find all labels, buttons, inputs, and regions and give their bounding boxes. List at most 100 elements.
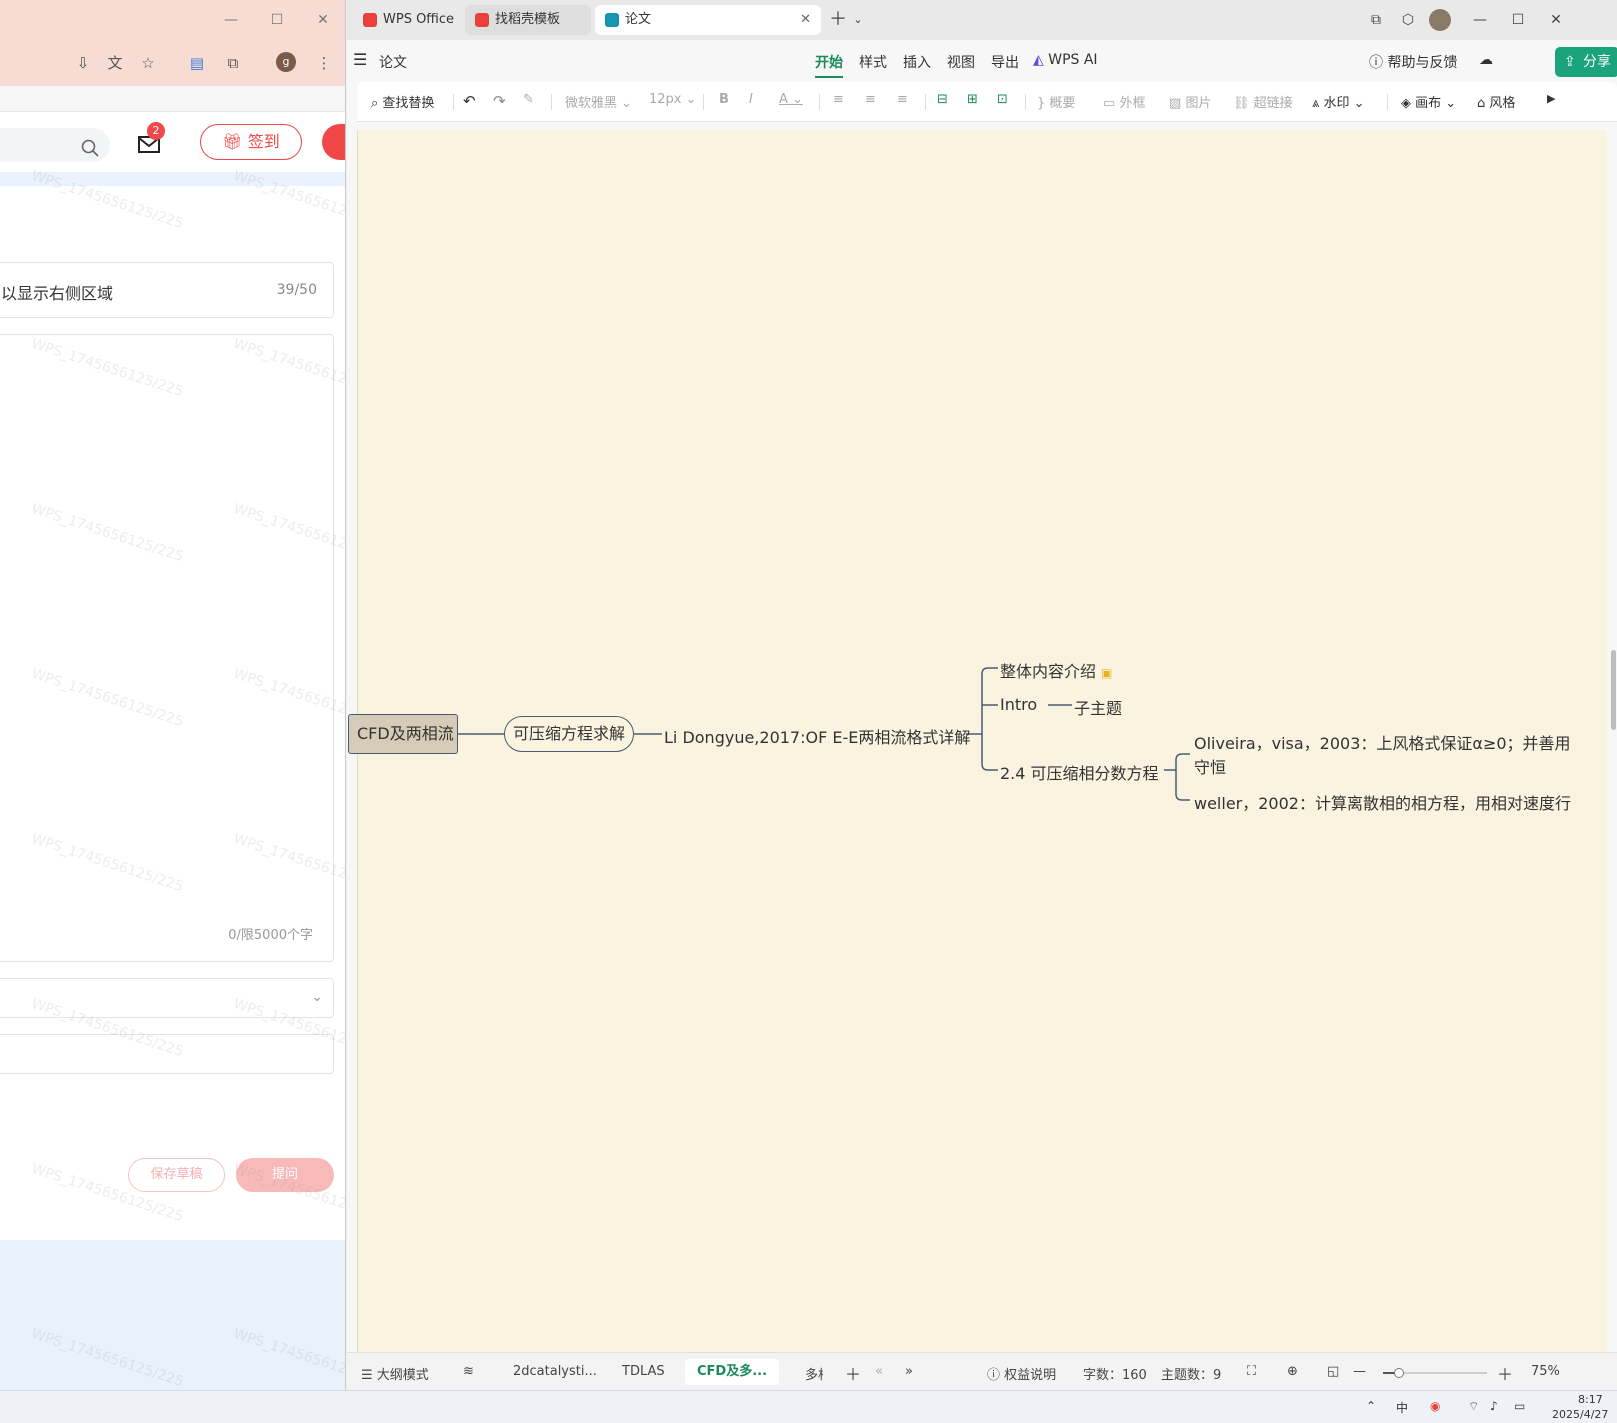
- bold-icon[interactable]: B: [719, 92, 729, 107]
- font-color-icon[interactable]: A ⌄: [779, 92, 803, 107]
- align-left-icon[interactable]: ≡: [833, 92, 844, 107]
- profile-avatar[interactable]: g: [276, 52, 296, 72]
- new-tab-button[interactable]: ＋: [827, 10, 849, 30]
- reference-topic[interactable]: weller，2002：计算离散相的相方程，用相对速度行: [1194, 790, 1571, 814]
- doc-title[interactable]: 论文: [379, 52, 407, 72]
- wifi-icon[interactable]: ⌔: [1468, 1399, 1479, 1414]
- more-menu-icon[interactable]: ⋮: [313, 52, 335, 74]
- user-avatar[interactable]: [1429, 9, 1451, 31]
- install-app-icon[interactable]: ⇩: [72, 52, 94, 74]
- menu-export[interactable]: 导出: [991, 52, 1019, 72]
- subtopic-overview[interactable]: 整体内容介绍 ▣: [1000, 658, 1112, 682]
- next-sheet-icon[interactable]: »: [905, 1364, 913, 1379]
- format-painter-icon[interactable]: ✎: [523, 92, 534, 107]
- sheet-tab[interactable]: 多相: [805, 1364, 823, 1383]
- find-replace-button[interactable]: ⌕ 查找替换: [371, 92, 434, 111]
- tab-wps-office[interactable]: WPS Office: [353, 5, 457, 35]
- sheet-tab[interactable]: TDLAS: [622, 1364, 665, 1379]
- italic-icon[interactable]: I: [749, 92, 753, 107]
- tab-list-chevron-icon[interactable]: ⌄: [847, 10, 869, 30]
- ime-indicator[interactable]: 中: [1396, 1399, 1408, 1416]
- intro-child-topic[interactable]: 子主题: [1074, 695, 1122, 719]
- zoom-in-icon[interactable]: ＋: [1497, 1361, 1513, 1385]
- wps-tray-icon[interactable]: ◉: [1430, 1399, 1440, 1413]
- theme-style-button[interactable]: ⌂ 风格: [1477, 92, 1515, 111]
- align-right-icon[interactable]: ≡: [897, 92, 908, 107]
- subtopic-compressible[interactable]: 2.4 可压缩相分数方程: [1000, 760, 1159, 784]
- fit-screen-icon[interactable]: ⛶: [1247, 1364, 1256, 1379]
- hyperlink-button[interactable]: ⛓ 超链接: [1233, 92, 1293, 111]
- reference-topic[interactable]: Oliveira，visa，2003：上风格式保证α≥0；并善用: [1194, 730, 1571, 754]
- note-icon[interactable]: ▣: [1101, 666, 1112, 680]
- primary-action-button[interactable]: [322, 124, 345, 160]
- insert-parent-topic-icon[interactable]: ⊡: [997, 92, 1008, 107]
- signin-button[interactable]: 🎁︎ 签到: [200, 124, 302, 160]
- category-select[interactable]: ⌄: [0, 978, 334, 1018]
- sheet-tab[interactable]: 2dcatalysti...: [513, 1364, 597, 1379]
- maximize-button[interactable]: ☐: [1507, 10, 1529, 30]
- summary-button[interactable]: } 概要: [1037, 92, 1075, 111]
- image-button[interactable]: ▨ 图片: [1169, 92, 1211, 111]
- question-body-textarea[interactable]: 0/限5000个字: [0, 334, 334, 962]
- menu-style[interactable]: 样式: [859, 52, 887, 72]
- vertical-scrollbar[interactable]: [1611, 650, 1616, 730]
- zoom-slider-handle[interactable]: [1393, 1368, 1404, 1378]
- align-center-icon[interactable]: ≡: [865, 92, 876, 107]
- frame-button[interactable]: ▭ 外框: [1103, 92, 1145, 111]
- close-tab-icon[interactable]: ✕: [800, 5, 811, 35]
- volume-icon[interactable]: ♪: [1490, 1399, 1498, 1413]
- hamburger-menu-icon[interactable]: ☰: [353, 50, 367, 69]
- tags-input[interactable]: [0, 1034, 334, 1074]
- menu-view[interactable]: 视图: [947, 52, 975, 72]
- font-family-select[interactable]: 微软雅黑 ⌄: [565, 92, 632, 111]
- share-button[interactable]: ⇪ 分享: [1555, 47, 1617, 77]
- watermark-button[interactable]: ⩓ 水印 ⌄: [1312, 92, 1365, 111]
- cloud-sync-icon[interactable]: ☁: [1479, 52, 1493, 68]
- search-icon[interactable]: [80, 138, 100, 158]
- locate-icon[interactable]: ⊕: [1287, 1364, 1298, 1379]
- zoom-slider-track[interactable]: [1383, 1368, 1487, 1378]
- cube-icon[interactable]: ⬡: [1397, 10, 1419, 30]
- main-topic[interactable]: 可压缩方程求解: [504, 716, 634, 752]
- minimize-button[interactable]: —: [218, 8, 244, 32]
- clock-time[interactable]: 8:17: [1578, 1393, 1603, 1406]
- subtopic-intro[interactable]: Intro: [1000, 695, 1037, 714]
- close-button[interactable]: ✕: [310, 8, 336, 32]
- tab-thesis[interactable]: 论文 ✕: [595, 5, 821, 35]
- menu-insert[interactable]: 插入: [903, 52, 931, 72]
- clock-date[interactable]: 2025/4/27: [1552, 1408, 1608, 1421]
- minimize-button[interactable]: —: [1469, 10, 1491, 30]
- extensions-icon[interactable]: ⧉: [222, 52, 244, 74]
- prev-sheet-icon[interactable]: «: [875, 1364, 883, 1379]
- insert-child-topic-icon[interactable]: ⊞: [967, 92, 978, 107]
- save-draft-button[interactable]: 保存草稿: [128, 1158, 225, 1192]
- menu-start[interactable]: 开始: [815, 52, 843, 78]
- zoom-level[interactable]: 75%: [1531, 1364, 1560, 1379]
- translate-icon[interactable]: 文: [104, 52, 126, 74]
- tab-templates[interactable]: 找稻壳模板: [465, 5, 591, 35]
- root-topic[interactable]: CFD及两相流: [348, 714, 458, 754]
- rights-info-button[interactable]: ⓘ 权益说明: [987, 1364, 1056, 1383]
- insert-sibling-topic-icon[interactable]: ⊟: [937, 92, 948, 107]
- sheet-tab-active[interactable]: CFD及多...: [685, 1359, 780, 1385]
- help-feedback-button[interactable]: ⓘ 帮助与反馈: [1369, 52, 1457, 72]
- minimap-icon[interactable]: ◱: [1327, 1364, 1339, 1379]
- chevron-up-icon[interactable]: ⌃: [1366, 1399, 1376, 1413]
- mindmap-canvas[interactable]: CFD及两相流 可压缩方程求解 Li Dongyue,2017:OF E-E两相…: [348, 130, 1607, 1352]
- more-tools-arrow-icon[interactable]: ▶: [1547, 92, 1555, 105]
- window-layout-icon[interactable]: ⧉: [1365, 10, 1387, 30]
- close-button[interactable]: ✕: [1545, 10, 1567, 30]
- layers-icon[interactable]: ≋: [463, 1364, 474, 1379]
- submit-question-button[interactable]: 提问: [236, 1158, 334, 1192]
- redo-icon[interactable]: ↷: [493, 92, 506, 110]
- maximize-button[interactable]: ☐: [264, 8, 290, 32]
- wps-ai-button[interactable]: ◭ WPS AI: [1033, 52, 1098, 68]
- undo-icon[interactable]: ↶: [463, 92, 476, 110]
- subtopic[interactable]: Li Dongyue,2017:OF E-E两相流格式详解: [664, 724, 970, 748]
- question-title-input[interactable]: 以显示右侧区域 39/50: [0, 262, 334, 318]
- add-sheet-button[interactable]: ＋: [845, 1361, 861, 1385]
- outline-mode-button[interactable]: ☰ 大纲模式: [361, 1364, 429, 1383]
- canvas-button[interactable]: ◈ 画布 ⌄: [1401, 92, 1456, 111]
- zoom-out-icon[interactable]: —: [1353, 1364, 1366, 1379]
- bookmark-star-icon[interactable]: ☆: [137, 52, 159, 74]
